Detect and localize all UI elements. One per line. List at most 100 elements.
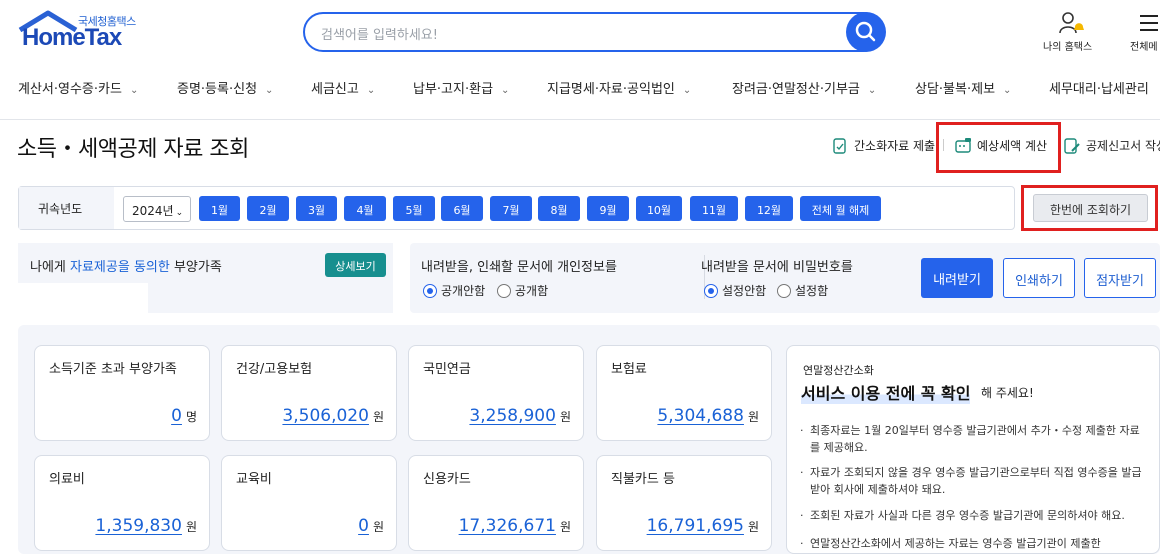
nav-label: 상담·불복·제보: [915, 82, 996, 97]
summary-card-medical: 의료비 1,359,830 원: [34, 455, 210, 551]
quick-link-label: 간소화자료 제출: [854, 139, 936, 153]
header-divider: [0, 119, 1160, 120]
month-button-4[interactable]: 4월: [344, 196, 386, 221]
card-title: 건강/고용보험: [236, 362, 313, 377]
chevron-down-icon: ⌄: [1003, 85, 1012, 96]
nav-label: 세금신고: [311, 82, 359, 97]
month-button-6[interactable]: 6월: [441, 196, 483, 221]
month-button-12[interactable]: 12월: [745, 196, 793, 221]
card-unit: 명: [185, 410, 197, 424]
quick-link-deduction-form[interactable]: 공제신고서 작성: [1064, 137, 1160, 154]
month-button-11[interactable]: 11월: [690, 196, 738, 221]
chevron-down-icon: ⌄: [265, 85, 274, 96]
notice-item: 자료가 조회되지 않을 경우 영수증 발급기관으로부터 직접 영수증을 발급받아…: [800, 464, 1145, 498]
card-amount-link[interactable]: 1,359,830: [95, 516, 182, 536]
nav-item-statement[interactable]: 지급명세·자료·공익법인 ⌄: [547, 78, 691, 97]
card-amount-link[interactable]: 3,258,900: [469, 406, 556, 426]
document-check-icon: [833, 137, 846, 154]
month-button-3[interactable]: 3월: [296, 196, 337, 221]
card-value: 0명: [171, 406, 197, 426]
month-button-8[interactable]: 8월: [538, 196, 580, 221]
consent-panel-notch: [18, 283, 148, 313]
radio-unselected[interactable]: [497, 283, 511, 298]
nav-label: 증명·등록·신청: [177, 82, 258, 97]
my-hometax-label[interactable]: 나의 홈택스: [1043, 38, 1092, 53]
quick-link-submit[interactable]: 간소화자료 제출: [832, 137, 935, 154]
card-amount-link[interactable]: 0: [358, 516, 369, 536]
nav-label: 납부·고지·환급: [413, 82, 494, 97]
detail-button[interactable]: 상세보기: [325, 253, 386, 277]
nav-item-invoice[interactable]: 계산서·영수증·카드 ⌄: [18, 78, 138, 97]
card-amount-link[interactable]: 0: [171, 406, 182, 426]
radio-label: 설정안함: [722, 284, 767, 298]
chevron-down-icon: ⌄: [175, 208, 184, 218]
personal-info-radio-show[interactable]: 공개함: [497, 282, 548, 299]
card-title: 의료비: [49, 472, 85, 487]
nav-item-tax-return[interactable]: 세금신고 ⌄: [311, 78, 375, 97]
card-value: 3,506,020 원: [282, 406, 384, 426]
all-menu-label[interactable]: 전체메: [1130, 38, 1158, 53]
month-button-7[interactable]: 7월: [490, 196, 532, 221]
search-button[interactable]: [846, 12, 886, 52]
nav-item-payment[interactable]: 납부·고지·환급 ⌄: [413, 78, 509, 97]
card-unit: 원: [559, 520, 571, 534]
document-edit-icon: [1064, 137, 1080, 154]
nav-item-year-end[interactable]: 장려금·연말정산·기부금 ⌄: [732, 78, 876, 97]
card-amount-link[interactable]: 16,791,695: [647, 516, 744, 536]
card-amount-link[interactable]: 17,326,671: [459, 516, 556, 536]
notice-item: 최종자료는 1월 20일부터 영수증 발급기관에서 추가・수정 제출한 자료를 …: [800, 422, 1145, 456]
notice-title: 서비스 이용 전에 꼭 확인: [801, 380, 971, 404]
year-select-value: 2024년: [132, 204, 174, 218]
card-unit: 원: [372, 410, 384, 424]
chevron-down-icon: ⌄: [366, 85, 376, 96]
month-button-10[interactable]: 10월: [636, 196, 682, 221]
search-placeholder: 검색어를 입력하세요!: [321, 28, 438, 43]
consent-prefix: 나에게: [30, 260, 71, 275]
consent-highlight: 자료제공을 동의한: [70, 260, 170, 275]
chevron-down-icon: ⌄: [501, 85, 510, 96]
card-amount-link[interactable]: 3,506,020: [282, 406, 369, 426]
nav-item-certificate[interactable]: 증명·등록·신청 ⌄: [177, 78, 273, 97]
card-unit: 원: [559, 410, 571, 424]
summary-card-credit-card: 신용카드 17,326,671 원: [408, 455, 584, 551]
nav-item-consult[interactable]: 상담·불복·제보 ⌄: [915, 78, 1011, 97]
card-unit: 원: [747, 410, 759, 424]
personal-info-title: 내려받을, 인쇄할 문서에 개인정보를: [421, 260, 617, 275]
card-unit: 원: [185, 520, 197, 534]
card-amount-link[interactable]: 5,304,688: [657, 406, 744, 426]
chevron-down-icon: ⌄: [129, 85, 139, 96]
month-button-2[interactable]: 2월: [247, 196, 289, 221]
month-button-9[interactable]: 9월: [587, 196, 629, 221]
print-button[interactable]: 인쇄하기: [1003, 258, 1075, 298]
card-value: 0원: [358, 516, 384, 536]
card-value: 5,304,688 원: [657, 406, 759, 426]
radio-label: 설정함: [795, 284, 829, 298]
summary-card-debit-card: 직불카드 등 16,791,695 원: [596, 455, 772, 551]
radio-unselected[interactable]: [777, 283, 791, 298]
header: 국세청홈택스 HomeTax 검색어를 입력하세요! 나의 홈택스 전체메 계산…: [0, 0, 1160, 120]
card-title: 국민연금: [423, 362, 471, 377]
month-button-1[interactable]: 1월: [199, 196, 240, 221]
download-button[interactable]: 내려받기: [921, 258, 993, 298]
highlight-box-view-all: [1021, 185, 1158, 231]
my-hometax-icon[interactable]: [1058, 10, 1086, 40]
braille-button[interactable]: 점자받기: [1084, 258, 1156, 298]
notice-subtitle: 연말정산간소화: [803, 364, 874, 377]
chevron-down-icon: ⌄: [867, 85, 877, 96]
card-value: 17,326,671 원: [459, 516, 571, 536]
personal-info-radio-hide[interactable]: 공개안함: [423, 282, 485, 299]
year-select[interactable]: 2024년 ⌄: [123, 196, 191, 222]
password-radio-none[interactable]: 설정안함: [704, 282, 766, 299]
consent-title: 나에게 자료제공을 동의한 부양가족: [30, 256, 222, 275]
search-input[interactable]: 검색어를 입력하세요!: [303, 12, 884, 52]
radio-selected[interactable]: [704, 283, 718, 298]
card-title: 보험료: [611, 362, 647, 377]
nav-item-agent[interactable]: 세무대리·납세관리: [1049, 78, 1149, 97]
password-radio-set[interactable]: 설정함: [777, 282, 828, 299]
card-value: 3,258,900 원: [469, 406, 571, 426]
menu-icon[interactable]: [1138, 14, 1160, 36]
month-button-5[interactable]: 5월: [393, 196, 435, 221]
logo-text[interactable]: HomeTax: [22, 24, 122, 52]
clear-all-months-button[interactable]: 전체 월 해제: [800, 196, 881, 221]
radio-selected[interactable]: [423, 283, 437, 298]
